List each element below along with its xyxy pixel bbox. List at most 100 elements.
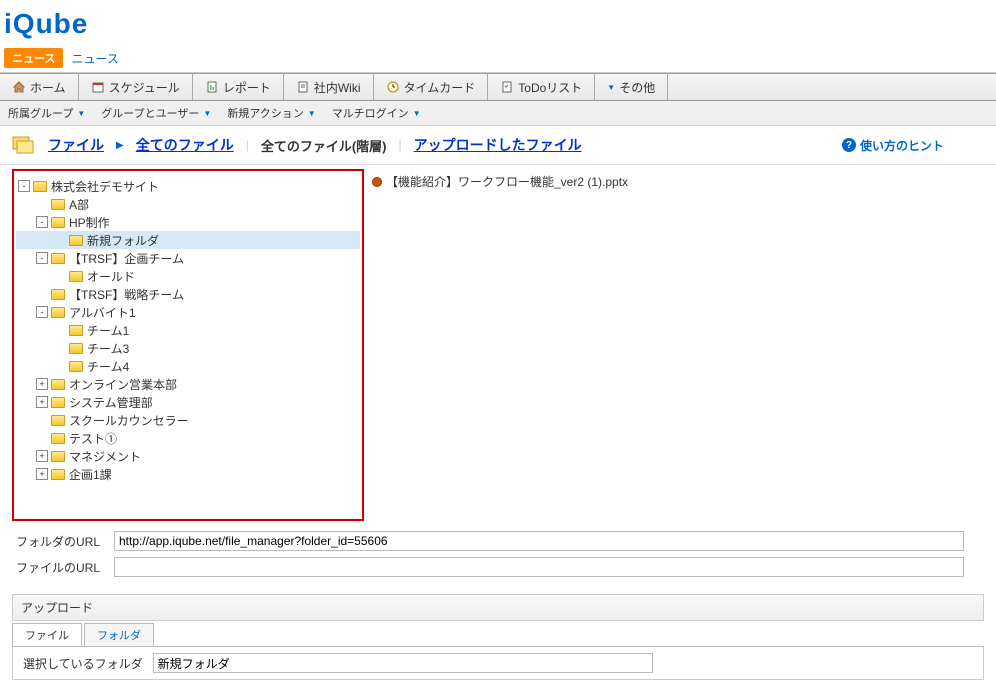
- tree-node-label: チーム3: [87, 340, 129, 357]
- schedule-icon: [91, 80, 105, 94]
- usage-hint[interactable]: ? 使い方のヒント: [842, 137, 944, 154]
- nav-other[interactable]: ▼ その他: [595, 74, 668, 100]
- upload-tabs: ファイル フォルダ: [12, 623, 984, 647]
- toggle-blank: [54, 342, 66, 354]
- toggle-blank: [54, 234, 66, 246]
- chevron-down-icon: ▼: [607, 83, 615, 92]
- file-item[interactable]: 【機能紹介】ワークフロー機能_ver2 (1).pptx: [372, 173, 984, 190]
- tree-node[interactable]: スクールカウンセラー: [16, 411, 360, 429]
- tree-node-label: 新規フォルダ: [87, 232, 159, 249]
- tree-node-label: スクールカウンセラー: [69, 412, 189, 429]
- tree-node[interactable]: - アルバイト1: [16, 303, 360, 321]
- upload-tab-file[interactable]: ファイル: [12, 623, 82, 646]
- nav-label: 社内Wiki: [314, 79, 361, 96]
- file-url-input[interactable]: [114, 557, 964, 577]
- todo-icon: [500, 80, 514, 94]
- expand-icon[interactable]: +: [36, 378, 48, 390]
- bc-file[interactable]: ファイル: [48, 135, 104, 155]
- tree-node-label: オンライン営業本部: [69, 376, 177, 393]
- nav-label: ホーム: [30, 79, 66, 96]
- chevron-down-icon: ▼: [308, 109, 316, 118]
- tree-node-label: HP制作: [69, 214, 110, 231]
- collapse-icon[interactable]: -: [36, 216, 48, 228]
- nav-timecard[interactable]: タイムカード: [374, 74, 489, 100]
- bc-all-files[interactable]: 全てのファイル: [136, 135, 234, 155]
- collapse-icon[interactable]: -: [36, 306, 48, 318]
- folder-url-label: フォルダのURL: [16, 533, 106, 550]
- folder-stack-icon: [12, 134, 36, 156]
- file-url-label: ファイルのURL: [16, 559, 106, 576]
- subnav-multilogin[interactable]: マルチログイン ▼: [332, 105, 421, 121]
- collapse-icon[interactable]: -: [18, 180, 30, 192]
- nav-todo[interactable]: ToDoリスト: [488, 74, 595, 100]
- folder-tree: -株式会社デモサイトA部 - HP制作新規フォルダ-【TRSF】企画チームオールド【…: [16, 177, 360, 483]
- bc-uploaded[interactable]: アップロードしたファイル: [414, 135, 582, 155]
- tree-node[interactable]: テスト①: [16, 429, 360, 447]
- expand-icon[interactable]: +: [36, 396, 48, 408]
- sub-nav: 所属グループ ▼ グループとユーザー ▼ 新規アクション ▼ マルチログイン ▼: [0, 101, 996, 126]
- tree-node[interactable]: 【TRSF】戦略チーム: [16, 285, 360, 303]
- tree-node[interactable]: チーム1: [16, 321, 360, 339]
- bc-hierarchy: 全てのファイル(階層): [261, 136, 387, 155]
- selecting-folder-label: 選択しているフォルダ: [23, 655, 143, 672]
- tree-node[interactable]: + マネジメント: [16, 447, 360, 465]
- tree-node-label: テスト①: [69, 430, 117, 447]
- toggle-blank: [36, 414, 48, 426]
- folder-closed-icon: [51, 469, 65, 480]
- nav-schedule[interactable]: スケジュール: [79, 74, 193, 100]
- home-icon: [12, 80, 26, 94]
- chevron-right-icon: ▶: [116, 140, 124, 151]
- collapse-icon[interactable]: -: [36, 252, 48, 264]
- nav-home[interactable]: ホーム: [0, 74, 79, 100]
- subnav-newaction[interactable]: 新規アクション ▼: [227, 105, 315, 121]
- selecting-folder-input[interactable]: [153, 653, 653, 673]
- folder-url-input[interactable]: [114, 531, 964, 551]
- news-link[interactable]: ニュース: [71, 50, 118, 67]
- wiki-icon: [296, 80, 310, 94]
- nav-label: その他: [619, 79, 655, 96]
- folder-closed-icon: [69, 361, 83, 372]
- tree-node-label: マネジメント: [69, 448, 141, 465]
- url-section: フォルダのURL ファイルのURL: [0, 521, 996, 586]
- clock-icon: [386, 80, 400, 94]
- tree-node[interactable]: +システム管理部: [16, 393, 360, 411]
- tree-node[interactable]: - HP制作: [16, 213, 360, 231]
- tree-node-label: A部: [69, 196, 89, 213]
- tree-node[interactable]: チーム3: [16, 339, 360, 357]
- report-icon: [205, 80, 219, 94]
- expand-icon[interactable]: +: [36, 468, 48, 480]
- subnav-group[interactable]: 所属グループ ▼: [8, 105, 85, 121]
- chevron-down-icon: ▼: [413, 109, 421, 118]
- tree-node[interactable]: -【TRSF】企画チーム: [16, 249, 360, 267]
- toggle-blank: [54, 360, 66, 372]
- folder-closed-icon: [69, 235, 83, 246]
- question-icon: ?: [842, 138, 856, 152]
- tree-node-label: アルバイト1: [69, 304, 136, 321]
- upload-header: アップロード: [12, 594, 984, 621]
- folder-closed-icon: [51, 199, 65, 210]
- tree-node[interactable]: オールド: [16, 267, 360, 285]
- expand-icon[interactable]: +: [36, 450, 48, 462]
- nav-report[interactable]: レポート: [193, 74, 284, 100]
- tree-node[interactable]: -株式会社デモサイト: [16, 177, 360, 195]
- tree-node[interactable]: + オンライン営業本部: [16, 375, 360, 393]
- tree-node[interactable]: チーム4: [16, 357, 360, 375]
- news-badge: ニュース: [4, 48, 63, 68]
- file-name: 【機能紹介】ワークフロー機能_ver2 (1).pptx: [386, 173, 628, 190]
- toggle-blank: [54, 324, 66, 336]
- nav-label: ToDoリスト: [518, 79, 582, 96]
- tree-node[interactable]: +企画1課: [16, 465, 360, 483]
- tree-node[interactable]: 新規フォルダ: [16, 231, 360, 249]
- chevron-down-icon: ▼: [77, 109, 85, 118]
- logo: iQube: [0, 0, 996, 44]
- subnav-groupuser[interactable]: グループとユーザー ▼: [101, 105, 211, 121]
- nav-wiki[interactable]: 社内Wiki: [284, 74, 374, 100]
- folder-closed-icon: [51, 397, 65, 408]
- tree-node-label: 【TRSF】戦略チーム: [69, 286, 184, 303]
- tree-node[interactable]: A部: [16, 195, 360, 213]
- folder-closed-icon: [69, 343, 83, 354]
- toggle-blank: [36, 432, 48, 444]
- toggle-blank: [54, 270, 66, 282]
- tree-node-label: チーム4: [87, 358, 129, 375]
- upload-tab-folder[interactable]: フォルダ: [84, 623, 154, 646]
